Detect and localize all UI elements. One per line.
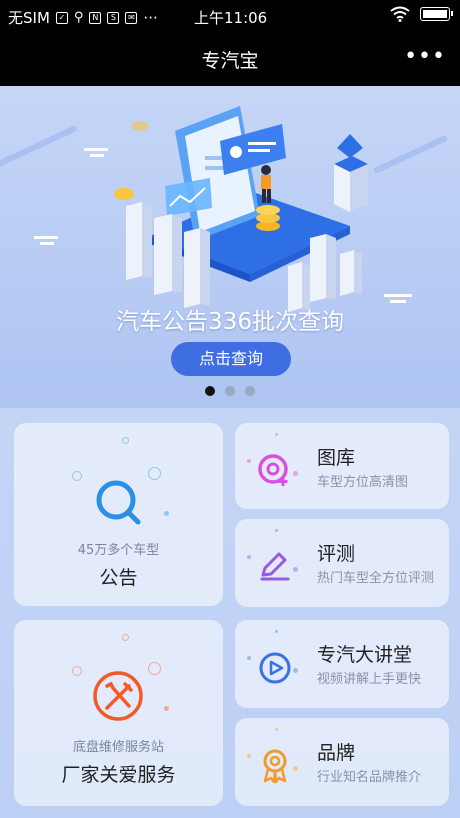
- page-title: 专汽宝: [201, 50, 259, 72]
- app-header: 专汽宝 •••: [0, 32, 460, 86]
- banner-title: 汽车公告336批次查询: [116, 309, 344, 335]
- usb-icon: ⚲: [73, 10, 84, 25]
- announcement-card[interactable]: 45万多个车型 公告: [14, 423, 223, 606]
- review-label: 评测: [317, 543, 356, 565]
- carousel-dot[interactable]: [225, 386, 235, 396]
- play-video-icon: [259, 652, 291, 684]
- wifi-icon: [390, 6, 410, 22]
- s-notification-icon: S: [107, 11, 120, 24]
- banner-illustration: [0, 106, 447, 312]
- gallery-label: 图库: [317, 447, 356, 469]
- announcement-subtitle: 45万多个车型: [77, 543, 160, 558]
- app-notification-icon: N: [89, 11, 102, 24]
- review-description: 热门车型全方位评测: [317, 571, 435, 586]
- review-card[interactable]: 评测 热门车型全方位评测: [235, 519, 449, 607]
- brand-description: 行业知名品牌推介: [317, 770, 422, 785]
- service-card[interactable]: 底盘维修服务站 厂家关爱服务: [14, 620, 223, 806]
- service-subtitle: 底盘维修服务站: [72, 740, 164, 755]
- lecture-label: 专汽大讲堂: [317, 644, 413, 666]
- announcement-label: 公告: [99, 567, 138, 589]
- feature-grid: 45万多个车型 公告 底盘维修服务站 厂家关爱服务 图库 车型方位高清图 评测 …: [0, 408, 460, 818]
- lecture-description: 视频讲解上手更快: [317, 672, 422, 687]
- more-notifications-icon: ···: [143, 8, 158, 27]
- carrier-label: 无SIM: [8, 9, 50, 27]
- carousel-dot[interactable]: [245, 386, 255, 396]
- message-icon: ✓: [55, 11, 68, 24]
- gallery-icon: [258, 454, 288, 486]
- query-button[interactable]: 点击查询: [171, 342, 291, 376]
- more-menu-button[interactable]: •••: [404, 44, 446, 69]
- gallery-card[interactable]: 图库 车型方位高清图: [235, 423, 449, 509]
- mail-icon: ✉: [125, 11, 138, 24]
- gallery-description: 车型方位高清图: [317, 475, 409, 490]
- lecture-card[interactable]: 专汽大讲堂 视频讲解上手更快: [235, 620, 449, 708]
- banner-carousel[interactable]: 汽车公告336批次查询 点击查询: [0, 86, 460, 408]
- award-badge-icon: [263, 749, 287, 784]
- service-label: 厂家关爱服务: [61, 764, 176, 786]
- search-icon: [96, 480, 141, 525]
- brand-label: 品牌: [317, 742, 356, 764]
- battery-icon: [420, 7, 453, 21]
- repair-tools-icon: [93, 671, 143, 721]
- status-bar: 无SIM ✓ ⚲ N S ✉ ··· 上午11:06: [0, 0, 460, 32]
- edit-pen-icon: [260, 552, 290, 581]
- carousel-dot[interactable]: [205, 386, 215, 396]
- carousel-indicator[interactable]: [205, 386, 255, 396]
- clock: 上午11:06: [194, 9, 268, 27]
- brand-card[interactable]: 品牌 行业知名品牌推介: [235, 718, 449, 806]
